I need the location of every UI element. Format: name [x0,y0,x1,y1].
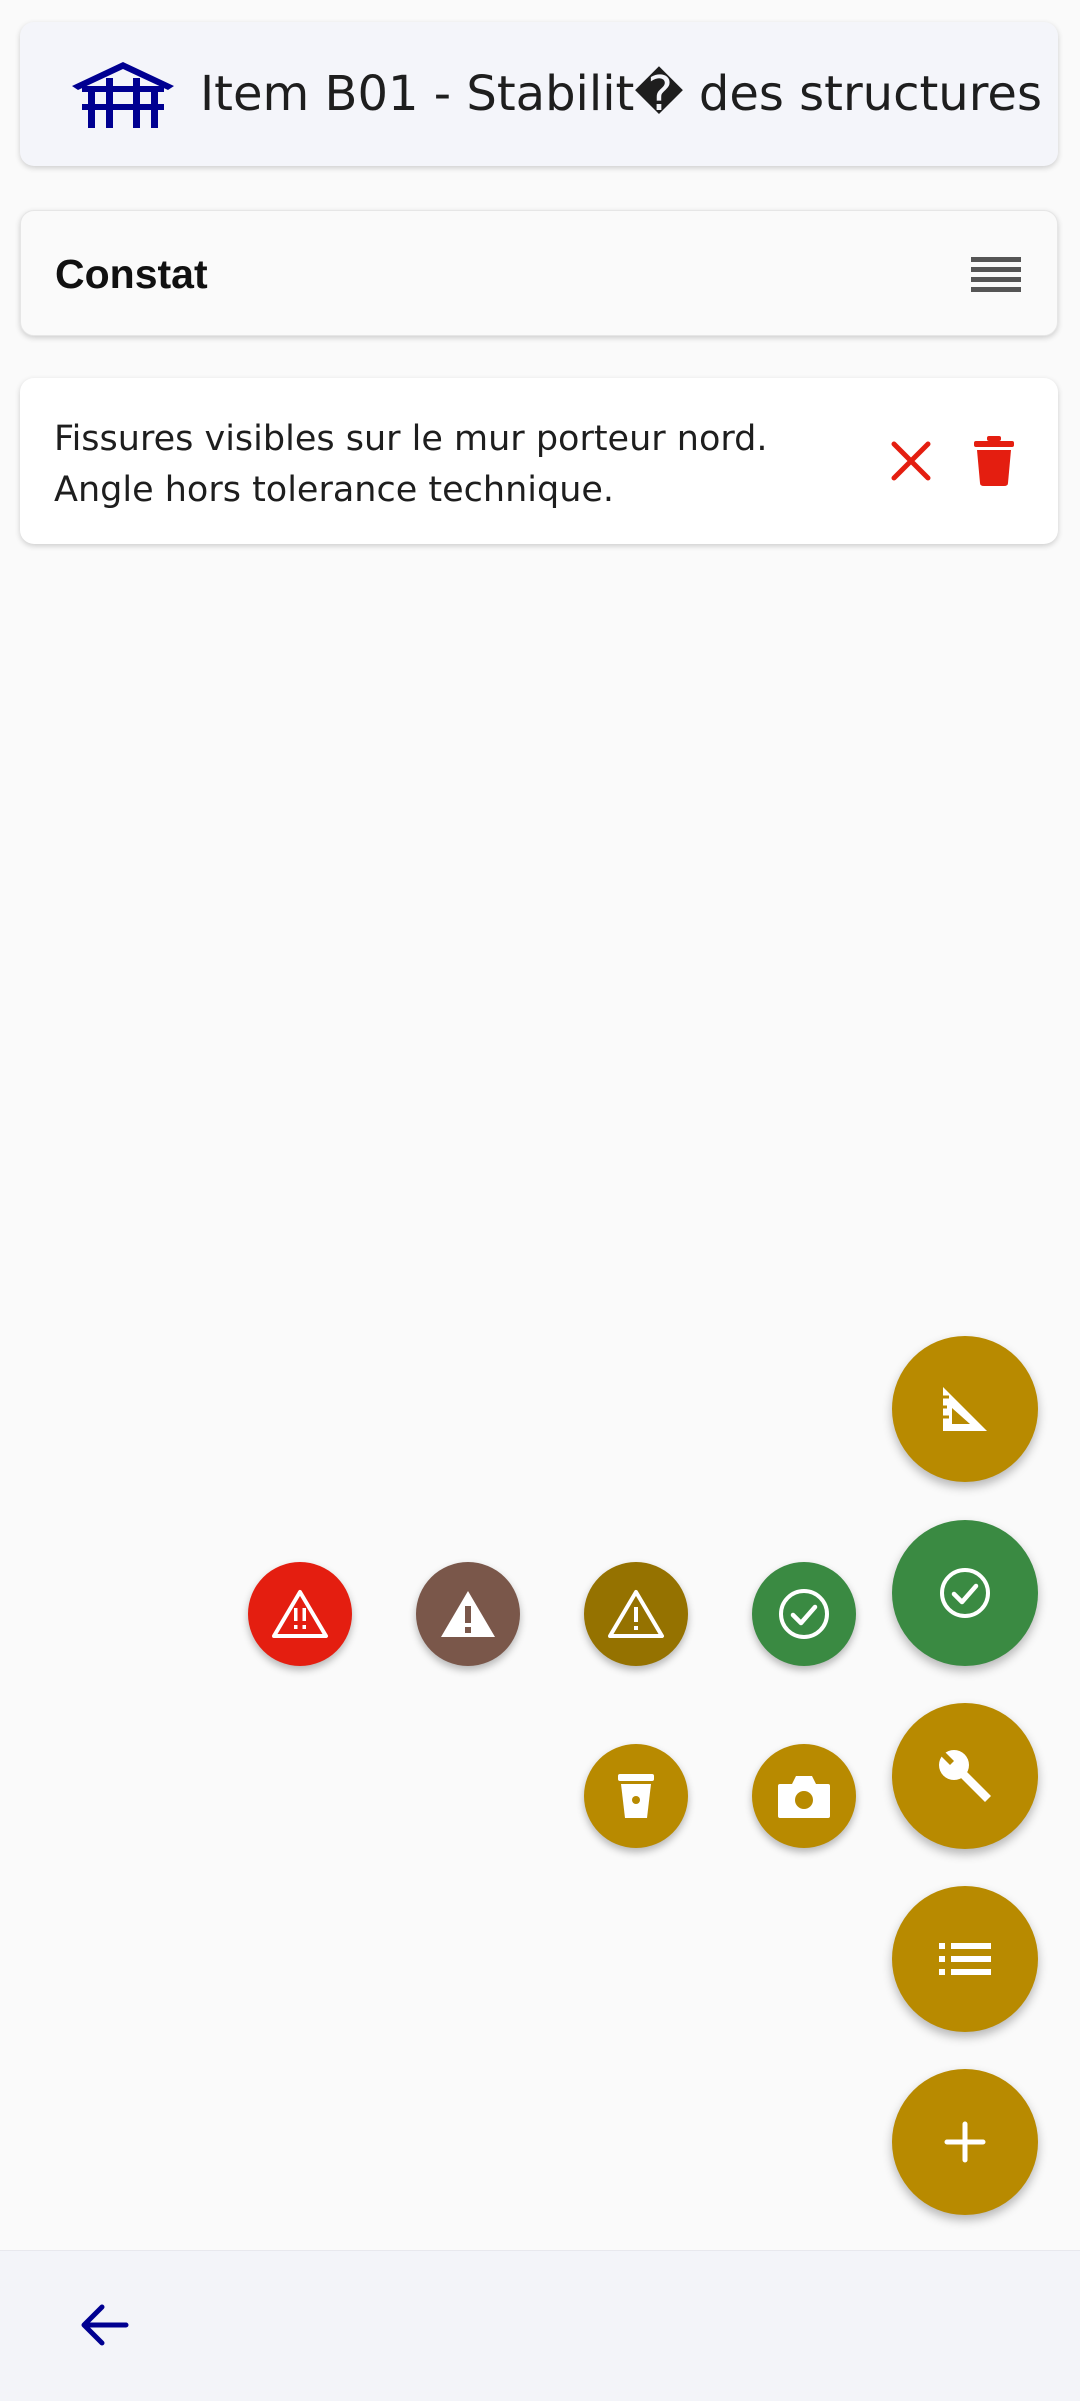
page-title: Item B01 - Stabilit� des structures [200,66,1042,122]
plus-icon [944,2121,986,2163]
list-icon [939,1943,991,1975]
warning-critical-icon [272,1590,328,1638]
section-title: Constat [55,251,208,297]
close-icon[interactable] [890,440,932,482]
arrow-left-icon[interactable] [76,2297,132,2353]
observation-card[interactable]: Fissures visibles sur le mur porteur nor… [20,378,1058,544]
list-fab[interactable] [892,1886,1038,2032]
critical-warning-button[interactable] [248,1562,352,1666]
observation-line: Angle hors tolerance technique. [54,470,615,510]
measure-fab[interactable] [892,1336,1038,1482]
conform-fab[interactable] [892,1520,1038,1666]
list-lines-icon[interactable] [971,257,1021,293]
tool-fab[interactable] [892,1703,1038,1849]
ok-button[interactable] [752,1562,856,1666]
set-square-icon [943,1387,987,1431]
building-icon [72,62,174,128]
check-circle-icon [940,1568,990,1618]
warning-filled-icon [441,1591,495,1637]
check-circle-icon [779,1589,829,1639]
section-header[interactable]: Constat [20,210,1058,336]
minor-warning-button[interactable] [584,1562,688,1666]
observation-line: Fissures visibles sur le mur porteur nor… [54,419,768,459]
header-card: Item B01 - Stabilit� des structures [20,22,1058,166]
wrench-icon [939,1750,991,1802]
camera-icon [778,1776,830,1818]
cup-icon [618,1774,654,1818]
major-warning-button[interactable] [416,1562,520,1666]
camera-button[interactable] [752,1744,856,1848]
add-fab[interactable] [892,2069,1038,2215]
observation-text: Fissures visibles sur le mur porteur nor… [54,414,814,516]
warning-outline-icon [608,1590,664,1638]
cup-button[interactable] [584,1744,688,1848]
bottom-bar [0,2250,1080,2401]
trash-icon[interactable] [974,436,1014,486]
